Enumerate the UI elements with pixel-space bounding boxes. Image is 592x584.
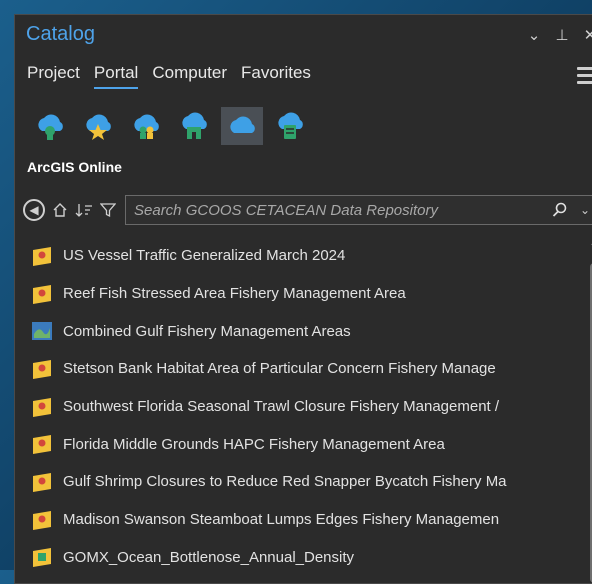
pane-window-controls: ⌄ ⊥ ✕ bbox=[527, 26, 592, 44]
feature-layer-icon bbox=[33, 397, 51, 417]
item-label: Stetson Bank Habitat Area of Particular … bbox=[63, 360, 496, 378]
item-label: Florida Middle Grounds HAPC Fishery Mana… bbox=[63, 435, 445, 453]
tab-favorites[interactable]: Favorites bbox=[241, 63, 311, 89]
portal-items-list: US Vessel Traffic Generalized March 2024… bbox=[31, 237, 583, 583]
search-box: ⌄ bbox=[125, 195, 592, 225]
pane-titlebar: Catalog ⌄ ⊥ ✕ bbox=[15, 15, 592, 57]
list-item[interactable]: Reef Fish Stressed Area Fishery Manageme… bbox=[31, 275, 583, 313]
organization-cloud-icon bbox=[182, 112, 207, 139]
list-item[interactable]: Combined Gulf Fishery Management Areas bbox=[31, 312, 583, 350]
feature-layer-icon bbox=[33, 510, 51, 530]
list-item[interactable]: Florida Middle Grounds HAPC Fishery Mana… bbox=[31, 425, 583, 463]
my-content-button[interactable] bbox=[29, 107, 71, 145]
search-icon[interactable] bbox=[546, 196, 574, 224]
favorites-cloud-icon bbox=[86, 114, 111, 140]
search-input[interactable] bbox=[132, 200, 546, 220]
living-atlas-cloud-icon bbox=[278, 112, 303, 139]
filter-icon[interactable] bbox=[97, 199, 119, 221]
item-label: Gulf Shrimp Closures to Reduce Red Snapp… bbox=[63, 473, 507, 491]
list-item[interactable]: GOMX_Ocean_Bottlenose_Annual_Density bbox=[31, 539, 583, 577]
my-content-cloud-icon bbox=[38, 114, 63, 140]
pin-icon[interactable]: ⊥ bbox=[555, 26, 569, 44]
sort-icon[interactable] bbox=[73, 199, 95, 221]
catalog-tabs: Project Portal Computer Favorites bbox=[27, 63, 311, 89]
arcgis-online-cloud-icon bbox=[230, 116, 255, 133]
item-label: GOMX_Ocean_Bottlenose_Annual_Density bbox=[63, 548, 355, 566]
organization-button[interactable] bbox=[173, 107, 215, 145]
arcgis-online-button[interactable] bbox=[221, 107, 263, 145]
home-icon[interactable] bbox=[49, 199, 71, 221]
portal-section-label: ArcGIS Online bbox=[27, 159, 122, 175]
feature-layer-icon bbox=[33, 435, 51, 455]
list-item[interactable]: US Vessel Traffic Generalized March 2024 bbox=[31, 237, 583, 275]
list-item[interactable]: Southwest Florida Seasonal Trawl Closure… bbox=[31, 388, 583, 426]
item-label: US Vessel Traffic Generalized March 2024 bbox=[63, 247, 346, 265]
catalog-toolbar: ◀ ⌄ bbox=[23, 193, 592, 227]
item-label: Southwest Florida Seasonal Trawl Closure… bbox=[63, 398, 500, 416]
tab-computer[interactable]: Computer bbox=[152, 63, 227, 89]
map-icon bbox=[32, 322, 52, 341]
item-label: Combined Gulf Fishery Management Areas bbox=[63, 322, 351, 340]
groups-cloud-icon bbox=[134, 114, 159, 139]
tab-project[interactable]: Project bbox=[27, 63, 80, 89]
portal-source-buttons bbox=[29, 107, 311, 145]
list-item[interactable]: Gulf Shrimp Closures to Reduce Red Snapp… bbox=[31, 463, 583, 501]
feature-layer-icon bbox=[33, 359, 51, 379]
chevron-down-icon[interactable]: ⌄ bbox=[527, 26, 541, 44]
item-label: Madison Swanson Steamboat Lumps Edges Fi… bbox=[63, 511, 500, 529]
feature-layer-icon bbox=[33, 472, 51, 492]
raster-layer-icon bbox=[33, 548, 51, 568]
chevron-down-icon[interactable]: ⌄ bbox=[574, 196, 592, 224]
back-arrow-icon[interactable]: ◀ bbox=[23, 199, 45, 221]
feature-layer-icon bbox=[33, 284, 51, 304]
tab-portal[interactable]: Portal bbox=[93, 63, 139, 89]
close-icon[interactable]: ✕ bbox=[583, 26, 592, 44]
catalog-pane: Catalog ⌄ ⊥ ✕ Project Portal Computer Fa… bbox=[14, 14, 592, 584]
pane-title: Catalog bbox=[26, 23, 95, 45]
item-label: Reef Fish Stressed Area Fishery Manageme… bbox=[63, 285, 406, 303]
list-item[interactable]: Stetson Bank Habitat Area of Particular … bbox=[31, 350, 583, 388]
feature-layer-icon bbox=[33, 246, 51, 266]
groups-button[interactable] bbox=[125, 107, 167, 145]
list-item[interactable]: Madison Swanson Steamboat Lumps Edges Fi… bbox=[31, 501, 583, 539]
living-atlas-button[interactable] bbox=[269, 107, 311, 145]
favorites-button[interactable] bbox=[77, 107, 119, 145]
menu-icon[interactable] bbox=[577, 67, 592, 88]
